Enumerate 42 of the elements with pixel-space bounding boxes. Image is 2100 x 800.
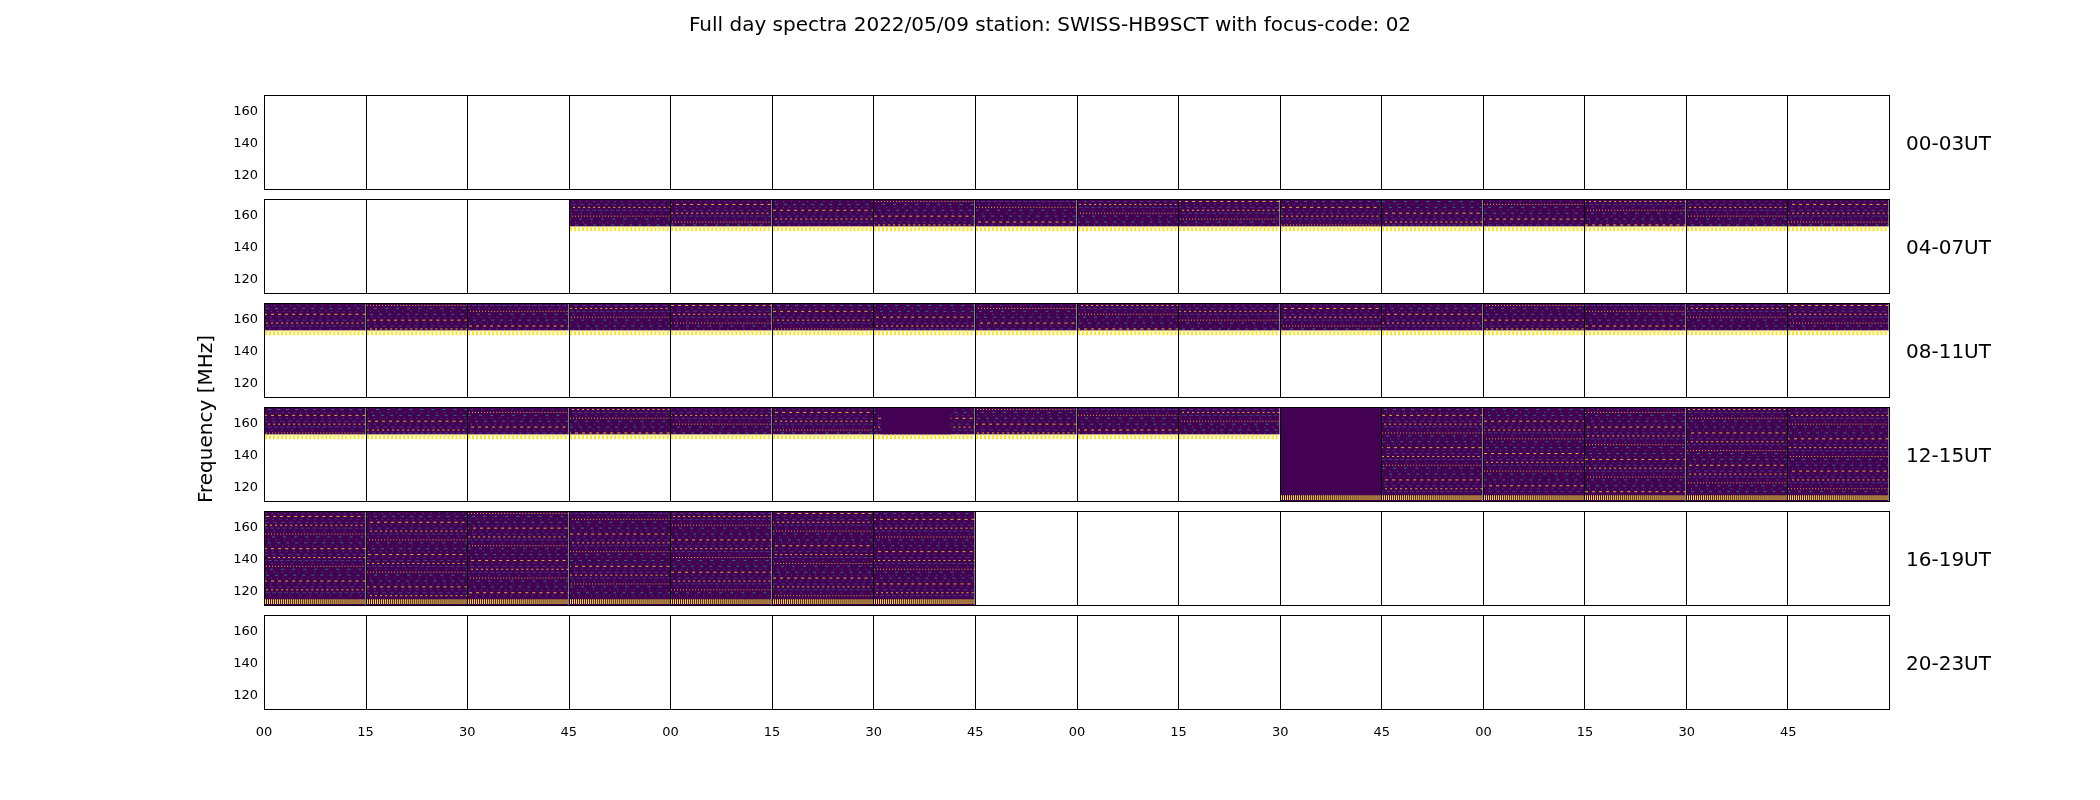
x-tick-label: 15: [1170, 723, 1187, 741]
x-tick-label: 45: [1373, 723, 1391, 741]
row-label: 00-03UT: [1906, 129, 1991, 157]
x-tick-label: 30: [459, 723, 476, 741]
x-tick-label: 30: [1678, 723, 1695, 741]
y-tick-label: 120: [233, 687, 258, 703]
y-tick-label: 160: [233, 623, 258, 639]
row-label: 20-23UT: [1906, 649, 1991, 677]
x-tick-label: 45: [560, 723, 578, 741]
x-tick-label: 30: [1272, 723, 1289, 741]
y-axis-label: Frequency [MHz]: [192, 334, 218, 504]
x-tick-label: 15: [763, 723, 781, 741]
y-tick-label: 120: [233, 479, 258, 495]
x-tick-label: 00: [1475, 723, 1492, 741]
y-tick-label: 140: [233, 655, 258, 671]
y-tick-label: 160: [233, 415, 258, 431]
y-tick-label: 140: [233, 343, 258, 359]
x-tick-label: 15: [357, 723, 374, 741]
y-tick-label: 140: [233, 239, 258, 255]
x-tick-label: 00: [1068, 723, 1086, 741]
y-tick-label: 160: [233, 519, 258, 535]
row-label: 12-15UT: [1906, 441, 1991, 469]
x-tick-label: 15: [1576, 723, 1594, 741]
chart-title: Full day spectra 2022/05/09 station: SWISS-HB9SCT with focus-code: 02: [688, 11, 1412, 38]
row-label: 16-19UT: [1906, 545, 1991, 573]
y-tick-label: 120: [233, 583, 258, 599]
row-label: 04-07UT: [1906, 233, 1991, 261]
row-label: 08-11UT: [1906, 337, 1991, 365]
y-tick-label: 120: [233, 271, 258, 287]
x-tick-label: 45: [1780, 723, 1797, 741]
x-tick-label: 30: [865, 723, 882, 741]
x-tick-label: 00: [255, 723, 273, 741]
y-tick-label: 140: [233, 135, 258, 151]
y-tick-label: 120: [233, 167, 258, 183]
y-tick-label: 140: [233, 551, 258, 567]
y-tick-label: 160: [233, 207, 258, 223]
x-tick-label: 45: [967, 723, 984, 741]
y-tick-label: 160: [233, 103, 258, 119]
x-tick-label: 00: [662, 723, 679, 741]
y-tick-label: 140: [233, 447, 258, 463]
y-tick-label: 120: [233, 375, 258, 391]
y-tick-label: 160: [233, 311, 258, 327]
